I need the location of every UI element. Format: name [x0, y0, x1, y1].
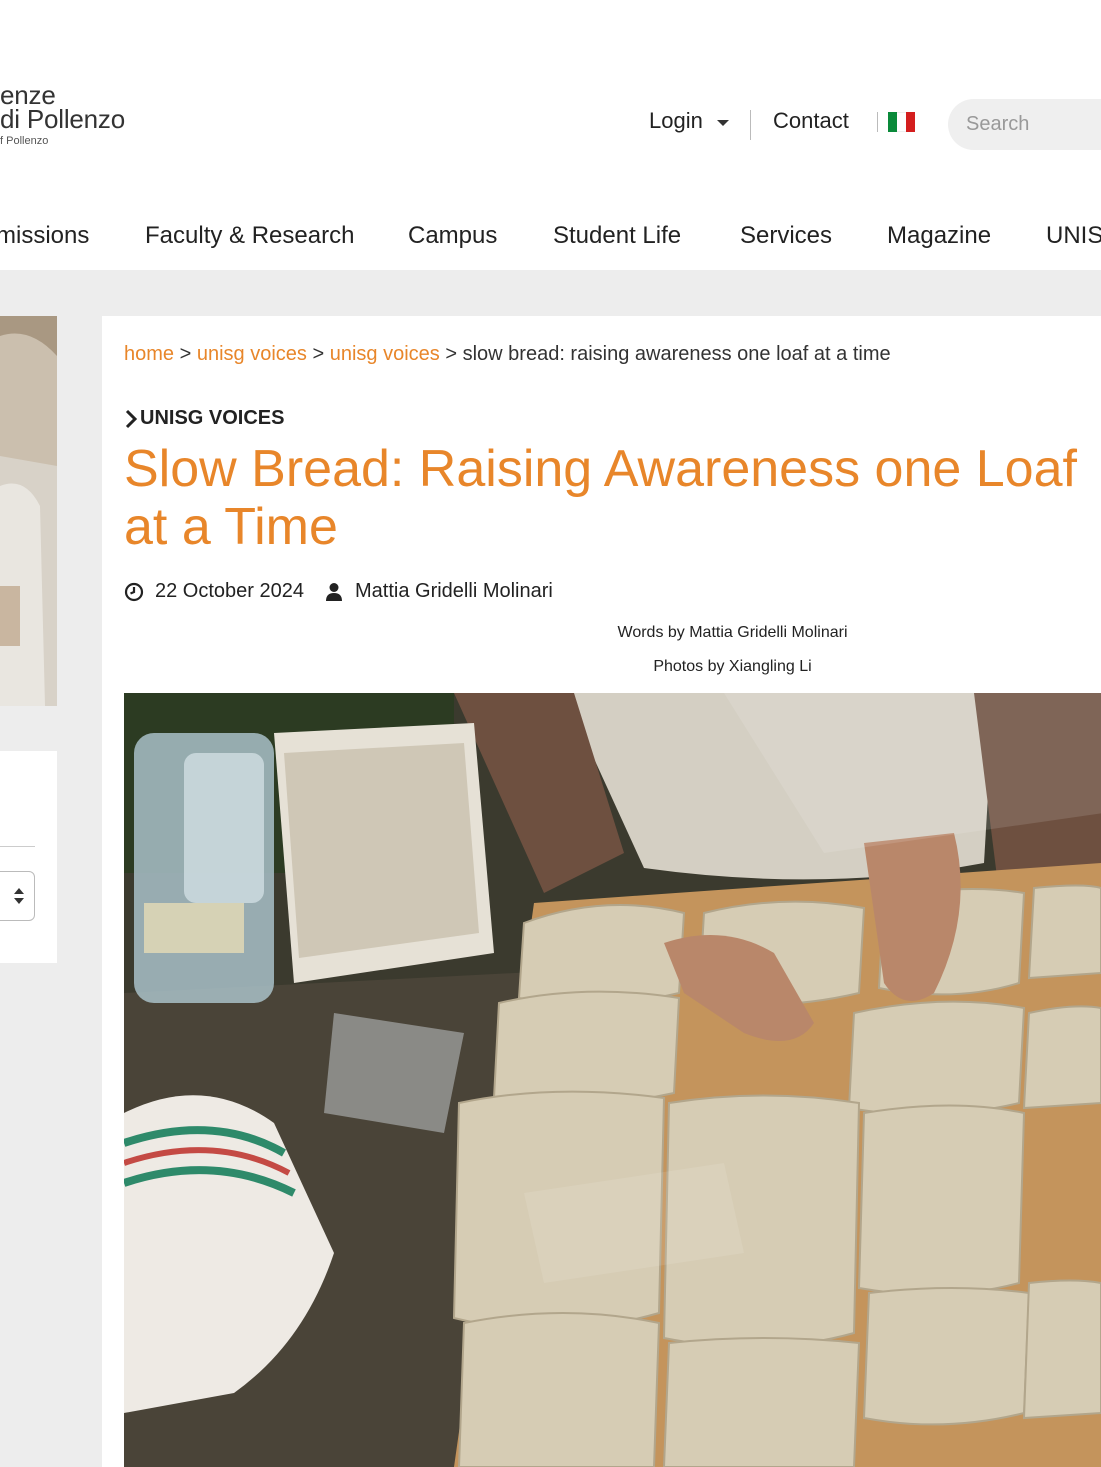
breadcrumb-separator: >	[312, 343, 325, 365]
breadcrumb-unisg-voices[interactable]: unisg voices	[197, 343, 307, 365]
logo-line-3: f Pollenzo	[0, 135, 49, 147]
words-credit: Words by Mattia Gridelli Molinari	[617, 624, 848, 641]
article-meta: 22 October 2024 Mattia Gridelli Molinari	[124, 580, 553, 603]
article-title: Slow Bread: Raising Awareness one Loaf a…	[124, 440, 1077, 556]
article-author[interactable]: Mattia Gridelli Molinari	[324, 580, 553, 603]
photos-credit: Photos by Xiangling Li	[653, 658, 812, 675]
chevron-right-icon	[125, 409, 138, 428]
bread-photo	[124, 693, 1101, 1467]
clock-icon	[124, 582, 144, 601]
sidebar-photo	[0, 316, 57, 706]
login-label: Login	[649, 108, 703, 133]
flag-white	[897, 112, 906, 132]
nav-item-admissions[interactable]: missions	[0, 222, 89, 250]
category-label: UNISG VOICES	[140, 407, 285, 429]
breadcrumb-separator: >	[179, 343, 192, 365]
italian-flag-icon[interactable]	[877, 112, 915, 132]
breadcrumb-separator: >	[445, 343, 458, 365]
article-hero-image	[124, 693, 1101, 1467]
breadcrumb-current: slow bread: raising awareness one loaf a…	[462, 343, 891, 365]
sidebar-card	[0, 751, 57, 963]
breadcrumb: home > unisg voices > unisg voices > slo…	[124, 343, 891, 366]
nav-item-student-life[interactable]: Student Life	[553, 222, 681, 250]
flag-green	[888, 112, 897, 132]
login-dropdown[interactable]: Login	[649, 108, 729, 134]
sidebar-select[interactable]	[0, 871, 35, 921]
flag-red	[906, 112, 915, 132]
nav-item-faculty-research[interactable]: Faculty & Research	[145, 222, 354, 250]
search-input[interactable]	[948, 99, 1101, 150]
sidebar-divider	[0, 846, 35, 847]
site-header: enze di Pollenzo f Pollenzo Login Contac…	[0, 0, 1101, 249]
article-category[interactable]: UNISG VOICES	[124, 407, 284, 430]
caret-down-icon	[716, 119, 729, 126]
article-date: 22 October 2024	[155, 580, 304, 602]
nav-item-magazine[interactable]: Magazine	[887, 222, 991, 250]
nav-item-unisg[interactable]: UNIS	[1046, 222, 1101, 250]
main-nav: missions Faculty & Research Campus Stude…	[0, 218, 1101, 270]
flag-divider	[877, 112, 878, 132]
nav-item-campus[interactable]: Campus	[408, 222, 497, 250]
logo-line-2: di Pollenzo	[0, 104, 125, 134]
breadcrumb-home[interactable]: home	[124, 343, 174, 365]
sidebar-image[interactable]	[0, 316, 57, 706]
header-divider	[750, 110, 751, 140]
author-name: Mattia Gridelli Molinari	[355, 580, 553, 602]
select-arrows-icon	[14, 888, 24, 904]
user-icon	[326, 582, 342, 601]
nav-item-services[interactable]: Services	[740, 222, 832, 250]
contact-link[interactable]: Contact	[773, 108, 849, 134]
breadcrumb-unisg-voices-sub[interactable]: unisg voices	[330, 343, 440, 365]
